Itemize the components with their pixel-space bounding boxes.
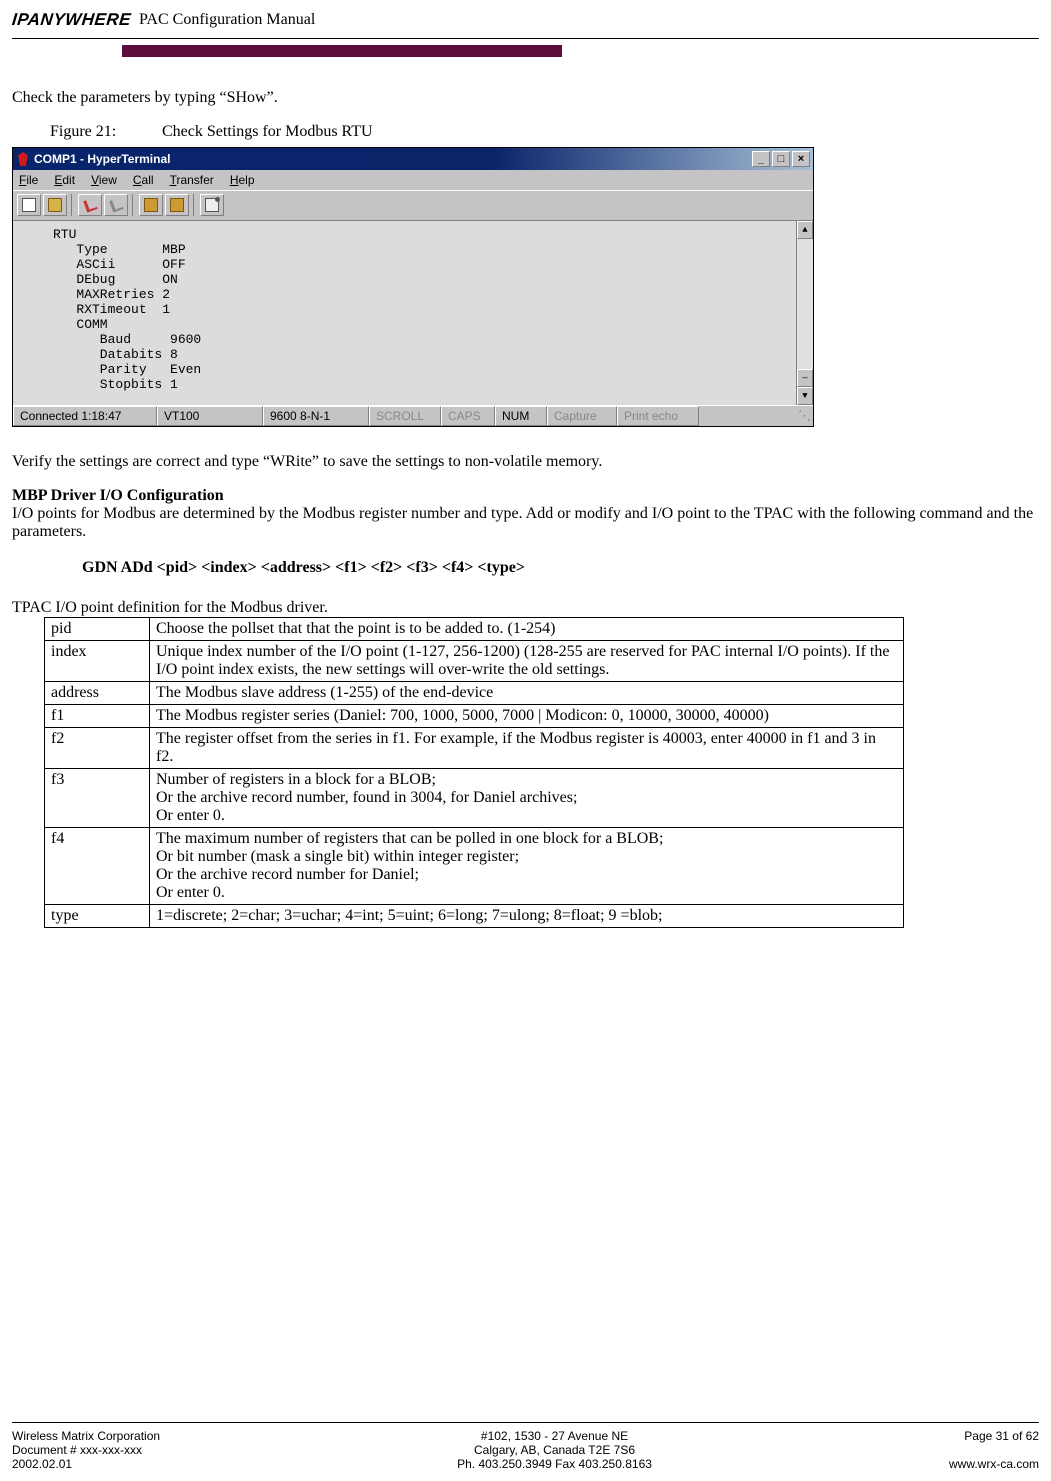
param-desc: Unique index number of the I/O point (1-…	[150, 641, 904, 682]
menu-help[interactable]: Help	[230, 173, 255, 187]
tb-receive-button[interactable]	[165, 194, 189, 216]
verify-text: Verify the settings are correct and type…	[12, 453, 1039, 471]
properties-icon	[205, 198, 219, 212]
minimize-button[interactable]: _	[752, 151, 770, 167]
param-name: index	[45, 641, 150, 682]
header-accent-bar	[122, 45, 562, 57]
terminal-output[interactable]: RTU Type MBP ASCii OFF DEbug ON MAXRetri…	[13, 220, 813, 405]
tb-send-button[interactable]	[139, 194, 163, 216]
open-icon	[48, 198, 62, 212]
param-desc: The maximum number of registers that can…	[150, 828, 904, 905]
tb-new-button[interactable]	[17, 194, 41, 216]
table-row: addressThe Modbus slave address (1-255) …	[45, 682, 904, 705]
table-row: indexUnique index number of the I/O poin…	[45, 641, 904, 682]
footer-right: Page 31 of 62 www.wrx-ca.com	[949, 1429, 1039, 1471]
param-name: address	[45, 682, 150, 705]
doc-title: PAC Configuration Manual	[139, 11, 315, 29]
tb-open-button[interactable]	[43, 194, 67, 216]
table-row: f2The register offset from the series in…	[45, 728, 904, 769]
param-desc: Number of registers in a block for a BLO…	[150, 769, 904, 828]
status-print-echo: Print echo	[617, 406, 699, 426]
connect-icon	[83, 197, 97, 212]
logo: IPANYWHERE	[11, 10, 132, 30]
window-titlebar: COMP1 - HyperTerminal _ □ ×	[13, 148, 813, 170]
gdn-command: GDN ADd <pid> <index> <address> <f1> <f2…	[82, 559, 1039, 577]
menu-transfer[interactable]: Transfer	[170, 173, 214, 187]
receive-icon	[170, 198, 184, 212]
param-desc: 1=discrete; 2=char; 3=uchar; 4=int; 5=ui…	[150, 905, 904, 928]
doc-header: IPANYWHERE PAC Configuration Manual	[12, 10, 1039, 30]
status-connected: Connected 1:18:47	[13, 406, 157, 426]
defs-title: TPAC I/O point definition for the Modbus…	[12, 599, 1039, 617]
mbp-heading: MBP Driver I/O Configuration	[12, 487, 1039, 505]
scroll-up-button[interactable]: ▲	[797, 221, 813, 239]
param-name: f3	[45, 769, 150, 828]
menu-file[interactable]: File	[19, 173, 38, 187]
status-capture: Capture	[547, 406, 617, 426]
param-name: f4	[45, 828, 150, 905]
param-name: type	[45, 905, 150, 928]
vertical-scrollbar[interactable]: ▲ — ▼	[796, 221, 813, 405]
resize-grip[interactable]	[793, 406, 813, 426]
page-footer: Wireless Matrix Corporation Document # x…	[12, 1422, 1039, 1471]
toolbar	[13, 190, 813, 220]
mbp-paragraph: I/O points for Modbus are determined by …	[12, 505, 1039, 541]
param-desc: The Modbus register series (Daniel: 700,…	[150, 705, 904, 728]
status-num: NUM	[495, 406, 547, 426]
param-name: f2	[45, 728, 150, 769]
status-baud: 9600 8-N-1	[263, 406, 369, 426]
menu-view[interactable]: View	[91, 173, 117, 187]
param-desc: The Modbus slave address (1-255) of the …	[150, 682, 904, 705]
table-row: f3Number of registers in a block for a B…	[45, 769, 904, 828]
app-icon	[16, 152, 30, 166]
figure-number: Figure 21:	[50, 123, 158, 141]
scroll-mid-button[interactable]: —	[797, 369, 813, 387]
scroll-down-button[interactable]: ▼	[797, 387, 813, 405]
table-row: f4The maximum number of registers that c…	[45, 828, 904, 905]
tb-connect-button[interactable]	[78, 194, 102, 216]
new-icon	[22, 198, 36, 212]
status-scroll: SCROLL	[369, 406, 441, 426]
table-row: type1=discrete; 2=char; 3=uchar; 4=int; …	[45, 905, 904, 928]
params-table: pidChoose the pollset that that the poin…	[44, 617, 904, 928]
menu-edit[interactable]: Edit	[54, 173, 75, 187]
status-bar: Connected 1:18:47 VT100 9600 8-N-1 SCROL…	[13, 405, 813, 426]
check-params-text: Check the parameters by typing “SHow”.	[12, 89, 1039, 107]
menu-call[interactable]: Call	[133, 173, 154, 187]
tb-properties-button[interactable]	[200, 194, 224, 216]
param-desc: The register offset from the series in f…	[150, 728, 904, 769]
send-icon	[144, 198, 158, 212]
window-title: COMP1 - HyperTerminal	[34, 152, 170, 166]
disconnect-icon	[109, 197, 123, 212]
menu-bar: File Edit View Call Transfer Help	[13, 170, 813, 190]
status-spacer	[699, 406, 793, 426]
hyperterminal-window: COMP1 - HyperTerminal _ □ × File Edit Vi…	[12, 147, 814, 427]
param-desc: Choose the pollset that that the point i…	[150, 618, 904, 641]
footer-left: Wireless Matrix Corporation Document # x…	[12, 1429, 160, 1471]
status-caps: CAPS	[441, 406, 495, 426]
footer-center: #102, 1530 - 27 Avenue NE Calgary, AB, C…	[457, 1429, 652, 1471]
table-row: f1The Modbus register series (Daniel: 70…	[45, 705, 904, 728]
maximize-button[interactable]: □	[772, 151, 790, 167]
terminal-text: RTU Type MBP ASCii OFF DEbug ON MAXRetri…	[53, 227, 201, 392]
tb-disconnect-button[interactable]	[104, 194, 128, 216]
header-rule	[12, 38, 1039, 39]
param-name: f1	[45, 705, 150, 728]
figure-title: Check Settings for Modbus RTU	[162, 123, 373, 140]
scroll-track[interactable]	[797, 239, 813, 369]
grip-icon	[798, 408, 811, 424]
table-row: pidChoose the pollset that that the poin…	[45, 618, 904, 641]
param-name: pid	[45, 618, 150, 641]
figure-caption: Figure 21: Check Settings for Modbus RTU	[50, 123, 1039, 141]
status-emulation: VT100	[157, 406, 263, 426]
close-button[interactable]: ×	[792, 151, 810, 167]
